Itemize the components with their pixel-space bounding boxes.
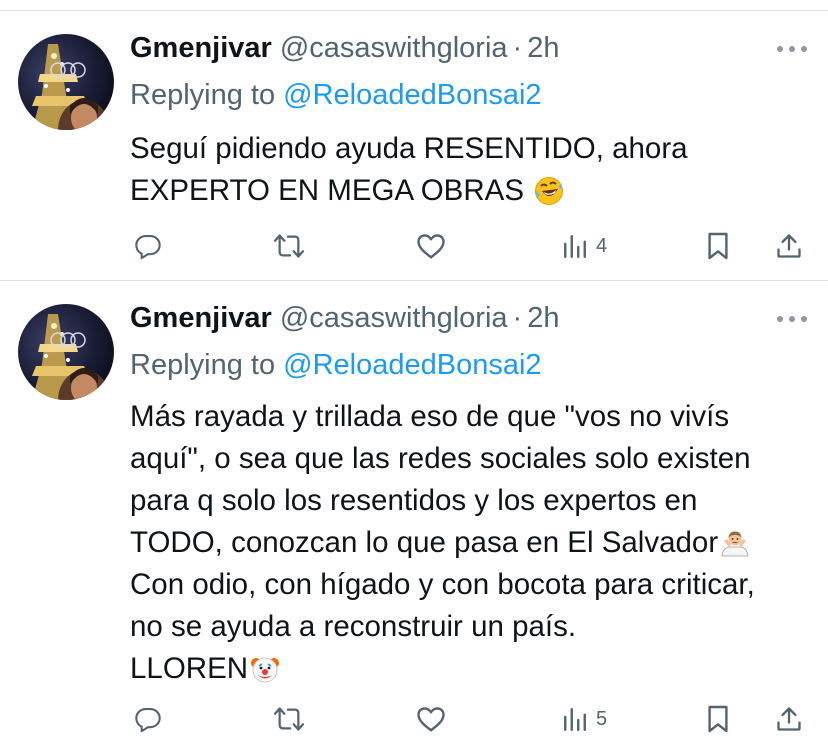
text-line-with-emoji: EXPERTO EN MEGA OBRAS: [130, 170, 820, 212]
retweet-button[interactable]: [272, 229, 306, 263]
mention-link[interactable]: @ReloadedBonsai2: [283, 79, 541, 111]
share-button[interactable]: [775, 702, 803, 736]
like-icon: [417, 707, 445, 732]
like-icon: [417, 234, 445, 259]
person-shrugging-emoji: [720, 528, 750, 558]
tweet-header: Gmenjivar @casaswithgloria · 2h: [130, 300, 559, 336]
bookmark-button[interactable]: [706, 702, 730, 736]
text-line: LLOREN: [130, 652, 249, 685]
avatar[interactable]: [18, 304, 114, 400]
tweet-text: Más rayada y trillada eso de que "vos no…: [130, 396, 820, 690]
more-icon[interactable]: [776, 42, 808, 56]
replying-prefix: Replying to: [130, 349, 276, 381]
avatar-image: [18, 304, 114, 400]
more-icon[interactable]: [776, 312, 808, 326]
retweet-icon: [273, 707, 305, 731]
text-line: no se ayuda a reconstruir un país.: [130, 610, 577, 643]
like-button[interactable]: [416, 702, 446, 736]
text-line: aquí", o sea que las redes sociales solo…: [130, 442, 751, 475]
views-icon: [564, 708, 586, 732]
share-icon: [777, 707, 801, 731]
replying-to: Replying to @ReloadedBonsai2: [130, 347, 542, 383]
separator-dot: ·: [512, 32, 523, 64]
reply-icon: [135, 235, 161, 260]
author-name[interactable]: Gmenjivar: [130, 300, 272, 336]
separator-dot: ·: [512, 302, 523, 334]
bookmark-button[interactable]: [706, 229, 730, 263]
replying-to: Replying to @ReloadedBonsai2: [130, 77, 542, 113]
reply-icon: [135, 708, 161, 733]
text-line: Seguí pidiendo ayuda RESENTIDO, ahora: [130, 132, 688, 165]
timeline: Gmenjivar @casaswithgloria · 2h Replying…: [0, 0, 828, 755]
avatar[interactable]: [18, 34, 114, 130]
text-line-with-emoji: TODO, conozcan lo que pasa en El Salvado…: [130, 522, 820, 564]
retweet-icon: [273, 234, 305, 258]
author-handle[interactable]: @casaswithgloria: [280, 30, 508, 66]
like-button[interactable]: [416, 229, 446, 263]
share-button[interactable]: [775, 229, 803, 263]
author-name[interactable]: Gmenjivar: [130, 30, 272, 66]
reply-button[interactable]: [134, 702, 162, 736]
text-line: Con odio, con hígado y con bocota para c…: [130, 568, 755, 601]
text-line: TODO, conozcan lo que pasa en El Salvado…: [130, 526, 719, 559]
rolling-on-floor-laughing-emoji: [534, 176, 564, 206]
text-line: EXPERTO EN MEGA OBRAS: [130, 174, 525, 207]
reply-button[interactable]: [134, 229, 162, 263]
author-handle[interactable]: @casaswithgloria: [280, 300, 508, 336]
replying-prefix: Replying to: [130, 79, 276, 111]
views-count: 4: [596, 234, 608, 257]
text-line: para q solo los resentidos y los experto…: [130, 484, 698, 517]
views-button[interactable]: 4: [562, 229, 607, 263]
timestamp[interactable]: 2h: [527, 30, 559, 66]
retweet-button[interactable]: [272, 702, 306, 736]
mention-link[interactable]: @ReloadedBonsai2: [283, 349, 541, 381]
views-icon: [564, 235, 586, 259]
timestamp[interactable]: 2h: [527, 300, 559, 336]
share-icon: [777, 234, 801, 258]
clown-face-emoji: [250, 654, 280, 684]
bookmark-icon: [708, 232, 728, 260]
text-line-with-emoji: LLOREN: [130, 648, 820, 690]
text-line: Más rayada y trillada eso de que "vos no…: [130, 400, 730, 433]
tweet-header: Gmenjivar @casaswithgloria · 2h: [130, 30, 559, 66]
views-count: 5: [596, 707, 608, 730]
tweet-2[interactable]: Gmenjivar @casaswithgloria · 2h Replying…: [0, 270, 828, 755]
tweet-1[interactable]: Gmenjivar @casaswithgloria · 2h Replying…: [0, 0, 828, 282]
bookmark-icon: [708, 705, 728, 733]
views-button[interactable]: 5: [562, 702, 607, 736]
tweet-text: Seguí pidiendo ayuda RESENTIDO, ahora EX…: [130, 128, 820, 212]
avatar-image: [18, 34, 114, 130]
